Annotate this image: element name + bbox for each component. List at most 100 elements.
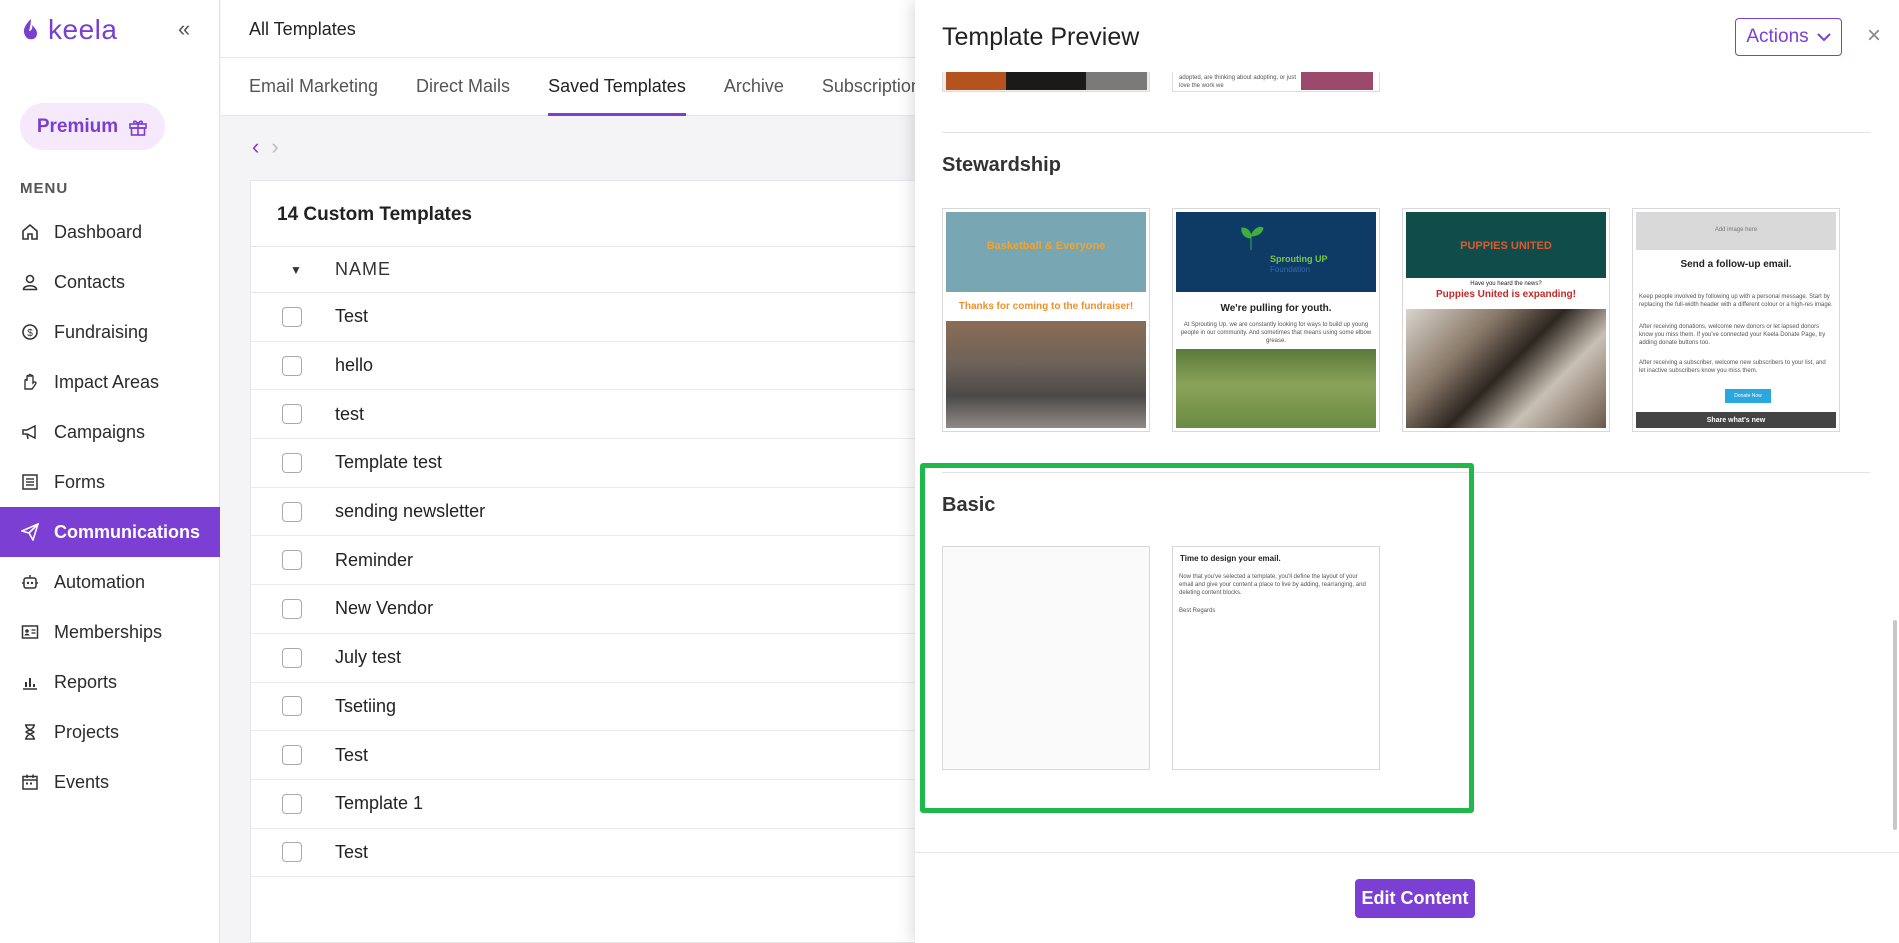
template-thumb-follow-up[interactable]: Add image here Send a follow-up email. K… [1632,208,1840,432]
sidebar-item-contacts[interactable]: Contacts [0,257,220,307]
chart-icon [20,672,40,692]
row-checkbox[interactable] [282,793,302,814]
id-card-icon [20,622,40,642]
table-row[interactable]: Test [251,829,969,878]
sidebar-item-label: Memberships [54,621,163,642]
template-name[interactable]: Test [335,306,368,327]
hourglass-icon [20,722,40,742]
template-name[interactable]: hello [335,355,373,376]
thumb-image [1006,72,1086,90]
template-thumb-puppies-united[interactable]: PUPPIES UNITED Have you heard the news? … [1402,208,1610,432]
table-row[interactable]: New Vendor [251,585,969,634]
row-checkbox[interactable] [282,306,302,327]
template-name[interactable]: Test [335,745,368,766]
table-row[interactable]: test [251,390,969,440]
template-thumb[interactable] [942,72,1150,92]
highlight-box [920,463,1474,813]
row-checkbox[interactable] [282,404,302,425]
sidebar-item-label: Dashboard [54,221,143,242]
hand-icon [20,372,40,392]
svg-text:$: $ [27,328,33,339]
sidebar-item-dashboard[interactable]: Dashboard [0,207,220,257]
actions-label: Actions [1746,26,1809,47]
sidebar-item-impact-areas[interactable]: Impact Areas [0,357,220,407]
row-checkbox[interactable] [282,598,302,619]
row-checkbox[interactable] [282,550,302,571]
row-checkbox[interactable] [282,647,302,668]
thumb-photo [1406,309,1606,428]
sidebar-item-communications[interactable]: Communications [0,507,220,557]
collapse-sidebar-icon[interactable]: « [178,16,190,42]
table-row[interactable]: Reminder [251,536,969,586]
table-row[interactable]: sending newsletter [251,488,969,537]
table-row[interactable]: hello [251,342,969,391]
template-name[interactable]: test [335,404,364,425]
template-name[interactable]: New Vendor [335,598,433,619]
close-icon[interactable]: × [1867,22,1881,50]
sidebar-item-events[interactable]: Events [0,757,220,807]
drawer-scrollbar[interactable] [1893,620,1897,830]
tab-email-marketing[interactable]: Email Marketing [249,58,378,116]
template-name[interactable]: Test [335,842,368,863]
megaphone-icon [20,422,40,442]
chevron-left-icon[interactable]: ‹ [252,134,259,160]
thumb-text: adopted, are thinking about adopting, or… [1179,75,1297,90]
sidebar-item-projects[interactable]: Projects [0,707,220,757]
row-checkbox[interactable] [282,842,302,863]
thumb-photo [946,321,1146,428]
templates-card: 14 Custom Templates ▼ NAME Test hello te… [250,180,970,943]
tab-saved-templates[interactable]: Saved Templates [548,58,686,116]
robot-icon [20,572,40,592]
template-thumb-sprouting-up[interactable]: Sprouting UP Foundation We're pulling fo… [1172,208,1380,432]
tab-direct-mails[interactable]: Direct Mails [416,58,510,116]
sidebar-item-label: Communications [54,521,201,542]
template-gallery: adopted, are thinking about adopting, or… [915,72,1899,852]
thumb-photo [1176,349,1376,428]
sort-caret-icon[interactable]: ▼ [251,263,335,277]
table-row[interactable]: Test [251,731,969,780]
templates-count-title: 14 Custom Templates [277,204,472,225]
thumb-logo-sub: Foundation [1270,265,1311,274]
chevron-right-icon[interactable]: › [271,134,278,160]
thumb-image [1301,72,1373,90]
sidebar-item-memberships[interactable]: Memberships [0,607,220,657]
row-checkbox[interactable] [282,745,302,766]
template-thumb[interactable]: adopted, are thinking about adopting, or… [1172,72,1380,92]
sidebar-item-fundraising[interactable]: $ Fundraising [0,307,220,357]
row-checkbox[interactable] [282,696,302,717]
sidebar-item-reports[interactable]: Reports [0,657,220,707]
sidebar-item-campaigns[interactable]: Campaigns [0,407,220,457]
sidebar-item-forms[interactable]: Forms [0,457,220,507]
thumb-image-placeholder: Add image here [1636,212,1836,250]
table-row[interactable]: Tsetiing [251,683,969,732]
row-checkbox[interactable] [282,355,302,376]
template-thumb-basketball[interactable]: Basketball & Everyone Thanks for coming … [942,208,1150,432]
flame-icon [23,19,38,40]
template-name[interactable]: Tsetiing [335,696,396,717]
template-name[interactable]: sending newsletter [335,501,485,522]
tab-archive[interactable]: Archive [724,58,784,116]
row-checkbox[interactable] [282,452,302,473]
template-name[interactable]: Template 1 [335,793,423,814]
table-header: ▼ NAME [251,246,969,293]
template-name[interactable]: July test [335,647,401,668]
row-checkbox[interactable] [282,501,302,522]
stewardship-thumbs: Basketball & Everyone Thanks for coming … [942,208,1840,432]
keela-logo[interactable]: keela [20,14,117,46]
thumb-banner: PUPPIES UNITED [1406,212,1606,278]
premium-button[interactable]: Premium [20,103,165,150]
template-name[interactable]: Reminder [335,550,413,571]
sidebar-item-label: Automation [54,571,146,592]
table-row[interactable]: Template 1 [251,780,969,829]
actions-button[interactable]: Actions [1735,18,1842,56]
template-name[interactable]: Template test [335,452,442,473]
tab-subscription[interactable]: Subscription [822,58,921,116]
section-title-stewardship: Stewardship [942,154,1061,176]
sidebar-item-automation[interactable]: Automation [0,557,220,607]
table-row[interactable]: July test [251,634,969,683]
table-row[interactable]: Template test [251,439,969,488]
table-row[interactable]: Test [251,293,969,342]
column-name[interactable]: NAME [335,259,391,280]
thumb-banner: Basketball & Everyone [946,212,1146,292]
edit-content-button[interactable]: Edit Content [1355,879,1475,918]
